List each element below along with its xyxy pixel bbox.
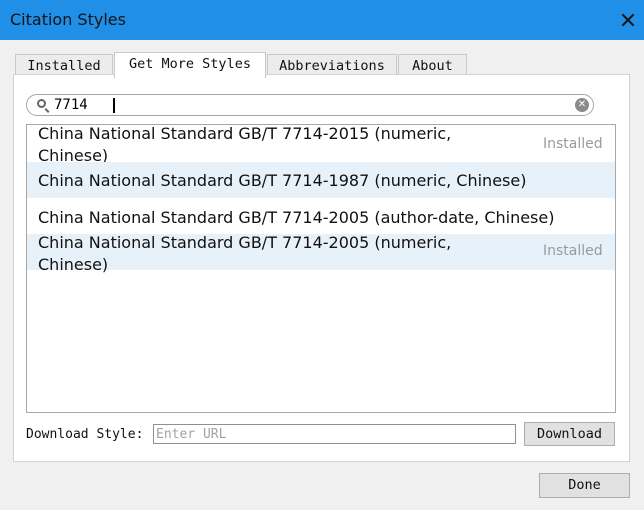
style-name: China National Standard GB/T 7714-1987 (… <box>38 171 527 190</box>
tab-get-more-styles[interactable]: Get More Styles <box>114 52 266 78</box>
tab-about[interactable]: About <box>398 54 467 76</box>
search-icon <box>37 99 46 108</box>
installed-status: Installed <box>543 136 603 152</box>
style-name: China National Standard GB/T 7714-2005 (… <box>38 208 555 227</box>
search-input[interactable] <box>54 96 564 114</box>
clear-search-icon[interactable]: ✕ <box>575 98 589 112</box>
list-item[interactable]: China National Standard GB/T 7714-1987 (… <box>27 162 615 198</box>
style-name: China National Standard GB/T 7714-2005 (… <box>38 233 452 252</box>
style-name: China National Standard GB/T 7714-2015 (… <box>38 124 452 143</box>
window-title: Citation Styles <box>10 10 126 29</box>
list-item[interactable]: China National Standard GB/T 7714-2015 (… <box>27 124 615 165</box>
text-cursor <box>113 98 115 113</box>
title-bar: Citation Styles <box>0 0 644 40</box>
url-input[interactable] <box>153 424 516 444</box>
download-style-label: Download Style: <box>26 427 144 442</box>
download-button[interactable]: Download <box>524 422 615 446</box>
tab-abbreviations[interactable]: Abbreviations <box>267 54 397 76</box>
done-button[interactable]: Done <box>539 473 630 498</box>
style-name-continued: Chinese) <box>38 255 109 274</box>
list-item[interactable]: China National Standard GB/T 7714-2005 (… <box>27 198 615 234</box>
tab-installed[interactable]: Installed <box>15 54 113 76</box>
close-icon[interactable] <box>620 12 636 28</box>
search-field[interactable]: ✕ <box>26 94 594 116</box>
installed-status: Installed <box>543 243 603 259</box>
list-item[interactable]: China National Standard GB/T 7714-2005 (… <box>27 233 615 274</box>
style-results-list[interactable]: China National Standard GB/T 7714-2015 (… <box>26 124 616 413</box>
